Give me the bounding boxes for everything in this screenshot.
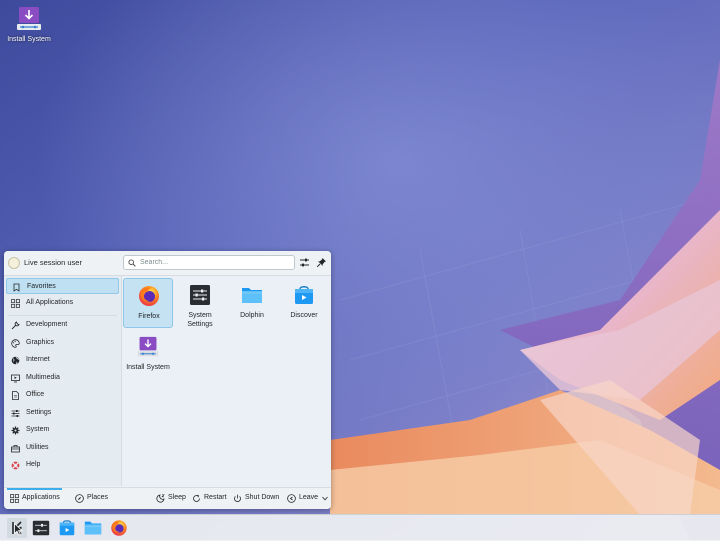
search-icon xyxy=(128,259,136,267)
filter-icon xyxy=(300,258,309,267)
app-tile-firefox[interactable]: Firefox xyxy=(123,278,173,328)
compass-icon xyxy=(75,494,84,503)
restart-button[interactable]: Restart xyxy=(192,493,230,505)
sidebar-divider xyxy=(8,315,117,316)
restart-label: Restart xyxy=(204,494,227,501)
chevron-down-icon xyxy=(322,496,328,501)
lifebuoy-icon xyxy=(11,461,20,470)
user-name: Live session user xyxy=(24,258,82,267)
sidebar-item-development[interactable]: Development xyxy=(6,317,119,333)
pin-icon xyxy=(316,258,326,268)
taskbar-firefox[interactable] xyxy=(109,518,129,538)
sidebar-item-label: Favorites xyxy=(27,283,56,290)
sliders-icon xyxy=(11,409,20,417)
app-tile-label: Install System xyxy=(126,364,170,371)
launcher-footer: Applications Places Sleep Restart Shut D… xyxy=(4,487,331,509)
app-tile-label: System Settings xyxy=(187,312,213,328)
sidebar-item-graphics[interactable]: Graphics xyxy=(6,335,119,351)
wrench-icon xyxy=(11,321,20,330)
sleep-button[interactable]: Sleep xyxy=(156,493,188,505)
taskbar-discover[interactable] xyxy=(57,518,77,538)
leave-label: Leave xyxy=(299,494,319,501)
mouse-cursor xyxy=(14,523,23,536)
leave-button[interactable]: Leave xyxy=(287,493,328,505)
sidebar-item-label: Office xyxy=(26,391,45,398)
system-settings-icon xyxy=(190,285,210,305)
taskbar xyxy=(0,514,720,541)
app-tile-label: Dolphin xyxy=(240,312,264,319)
app-tile-dolphin[interactable]: Dolphin xyxy=(227,278,277,328)
tab-applications[interactable]: Applications xyxy=(10,493,66,505)
sidebar-item-help[interactable]: Help xyxy=(6,457,119,473)
grid-icon xyxy=(11,299,20,308)
restart-icon xyxy=(193,494,200,502)
sidebar-item-label: System xyxy=(26,426,50,433)
folder-icon xyxy=(84,521,102,535)
sidebar-item-label: Settings xyxy=(26,408,52,416)
tab-places[interactable]: Places xyxy=(75,493,115,505)
app-tile-discover[interactable]: Discover xyxy=(279,278,329,328)
app-tile-install-system[interactable]: Install System xyxy=(123,330,173,380)
leave-icon xyxy=(287,494,296,503)
desktop-icon-install-system[interactable]: Install System xyxy=(4,6,54,43)
sidebar-item-label: Graphics xyxy=(26,338,55,346)
avatar[interactable] xyxy=(8,257,20,269)
globe-icon xyxy=(11,356,20,365)
bookmark-icon xyxy=(13,283,20,292)
category-sidebar: Favorites All Applications Development G… xyxy=(4,276,122,486)
sidebar-item-internet[interactable]: Internet xyxy=(6,352,119,368)
taskbar-system-settings[interactable] xyxy=(31,518,51,538)
search-input[interactable] xyxy=(140,257,290,268)
app-tile-label: Discover xyxy=(290,312,318,319)
favorites-grid: Firefox System Settings Dolphin Discover… xyxy=(122,276,331,486)
install-system-icon xyxy=(16,6,42,32)
sidebar-item-system[interactable]: System xyxy=(6,422,119,438)
power-icon xyxy=(234,494,241,502)
discover-icon xyxy=(295,286,313,304)
app-tile-label: Firefox xyxy=(138,313,160,320)
tab-places-label: Places xyxy=(87,494,109,501)
sidebar-item-label: Internet xyxy=(26,356,50,363)
pin-button[interactable] xyxy=(315,256,328,269)
toolbox-icon xyxy=(11,444,20,452)
tab-applications-label: Applications xyxy=(22,494,60,501)
active-tab-indicator xyxy=(7,488,62,490)
sidebar-item-label: Help xyxy=(26,461,41,468)
sidebar-item-label: Multimedia xyxy=(26,373,60,381)
sidebar-item-label: Utilities xyxy=(26,443,49,451)
shutdown-label: Shut Down xyxy=(245,494,280,501)
sidebar-item-multimedia[interactable]: Multimedia xyxy=(6,370,119,386)
sidebar-item-utilities[interactable]: Utilities xyxy=(6,440,119,456)
discover-icon xyxy=(59,520,75,536)
folder-icon xyxy=(242,288,262,303)
firefox-icon xyxy=(139,286,159,306)
shutdown-button[interactable]: Shut Down xyxy=(233,493,281,505)
sidebar-item-all-applications[interactable]: All Applications xyxy=(6,295,119,311)
sleep-icon xyxy=(156,494,165,503)
grid-icon xyxy=(10,494,19,503)
taskbar-dolphin[interactable] xyxy=(83,518,103,538)
sidebar-item-settings[interactable]: Settings xyxy=(6,405,119,421)
gear-icon xyxy=(11,426,20,435)
sleep-label: Sleep xyxy=(168,494,186,501)
document-icon xyxy=(12,391,19,400)
app-tile-system-settings[interactable]: System Settings xyxy=(175,278,225,328)
sidebar-item-office[interactable]: Office xyxy=(6,387,119,403)
palette-icon xyxy=(11,338,20,348)
firefox-icon xyxy=(111,520,127,536)
search-field[interactable] xyxy=(123,255,295,270)
filter-button[interactable] xyxy=(298,256,311,269)
sidebar-item-label: All Applications xyxy=(26,299,74,306)
desktop-icon-label: Install System xyxy=(7,36,51,43)
sidebar-item-favorites[interactable]: Favorites xyxy=(6,278,119,294)
install-system-icon xyxy=(137,336,159,357)
application-launcher-menu: Live session user Favorites xyxy=(4,251,331,509)
sidebar-item-label: Development xyxy=(26,321,68,328)
launcher-header: Live session user xyxy=(4,251,331,276)
system-settings-icon xyxy=(32,520,50,536)
monitor-icon xyxy=(11,374,20,382)
